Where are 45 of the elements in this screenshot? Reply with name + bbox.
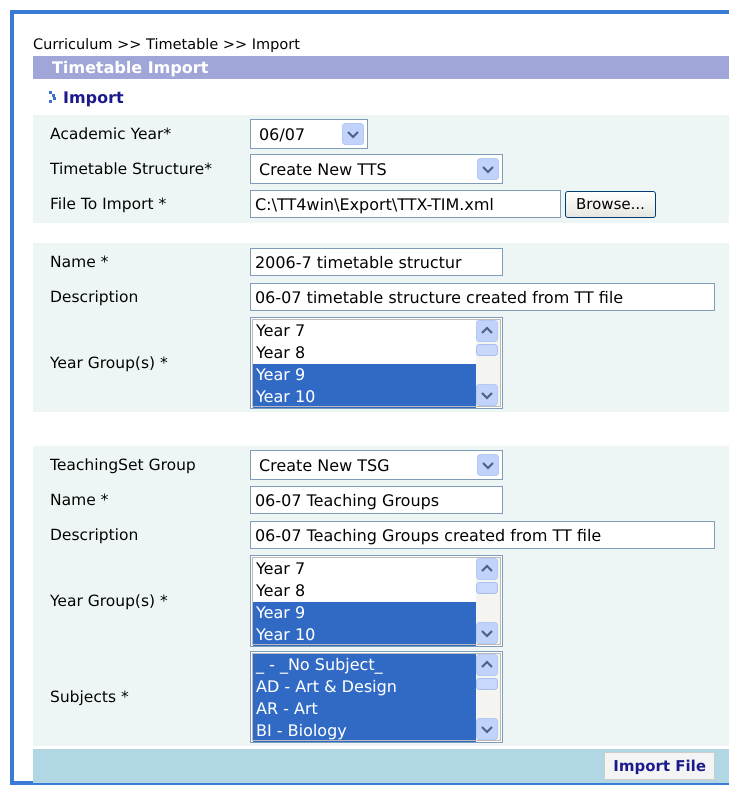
field-label: TeachingSet Group	[50, 456, 197, 474]
dropdown[interactable]: 06/07	[250, 119, 368, 149]
scroll-down-icon[interactable]	[476, 622, 498, 644]
field-label: Description	[50, 526, 140, 544]
scroll-up-icon[interactable]	[476, 320, 498, 342]
file-path-field[interactable]: C:\TT4win\Export\TTX-TIM.xml	[250, 190, 561, 218]
scroll-up-icon[interactable]	[476, 654, 498, 676]
list-option[interactable]: Year 9	[253, 364, 476, 386]
breadcrumb: Curriculum >> Timetable >> Import	[33, 36, 301, 55]
page-title: Timetable Import	[33, 56, 729, 79]
list-option[interactable]: Year 10	[253, 624, 476, 646]
text-field[interactable]: 2006-7 timetable structur	[250, 248, 503, 276]
scrollbar-thumb[interactable]	[476, 678, 498, 690]
field-label: Year Group(s) *	[50, 354, 169, 372]
text-field[interactable]: 06-07 Teaching Groups created from TT file	[250, 521, 715, 549]
list-option[interactable]: BI - Biology	[253, 720, 476, 742]
text-field[interactable]: 06-07 timetable structure created from TT file	[250, 283, 715, 311]
list-option[interactable]: Year 10	[253, 386, 476, 408]
scrollbar-thumb[interactable]	[476, 344, 498, 356]
list-option[interactable]: _ - _No Subject_	[253, 654, 476, 676]
scroll-down-icon[interactable]	[476, 384, 498, 406]
field-label: Description	[50, 288, 140, 306]
browse-button[interactable]: Browse...	[565, 190, 656, 218]
list-option[interactable]: AR - Art	[253, 698, 476, 720]
list-box[interactable]: _ - _No Subject_ AD - Art & Design AR - Art BI - Biology	[250, 650, 503, 742]
scroll-down-icon[interactable]	[476, 718, 498, 740]
field-label: File To Import *	[50, 195, 168, 213]
field-label: Name *	[50, 491, 110, 509]
list-option[interactable]: AD - Art & Design	[253, 676, 476, 698]
dropdown[interactable]: Create New TSG	[250, 450, 503, 480]
text-field[interactable]: 06-07 Teaching Groups	[250, 486, 503, 514]
scrollbar-thumb[interactable]	[476, 582, 498, 594]
list-option[interactable]: Year 9	[253, 602, 476, 624]
chevron-icon	[49, 91, 57, 103]
list-box[interactable]: Year 7 Year 8 Year 9 Year 10	[250, 316, 503, 408]
list-box[interactable]: Year 7 Year 8 Year 9 Year 10	[250, 554, 503, 646]
field-label: Timetable Structure*	[50, 160, 213, 178]
field-label: Name *	[50, 253, 110, 271]
scroll-up-icon[interactable]	[476, 558, 498, 580]
import-file-button[interactable]: Import File	[604, 752, 715, 780]
field-label: Subjects *	[50, 688, 130, 706]
section-heading: Import	[63, 88, 124, 106]
field-label: Year Group(s) *	[50, 592, 169, 610]
field-label: Academic Year*	[50, 125, 172, 143]
dropdown[interactable]: Create New TTS	[250, 154, 503, 184]
